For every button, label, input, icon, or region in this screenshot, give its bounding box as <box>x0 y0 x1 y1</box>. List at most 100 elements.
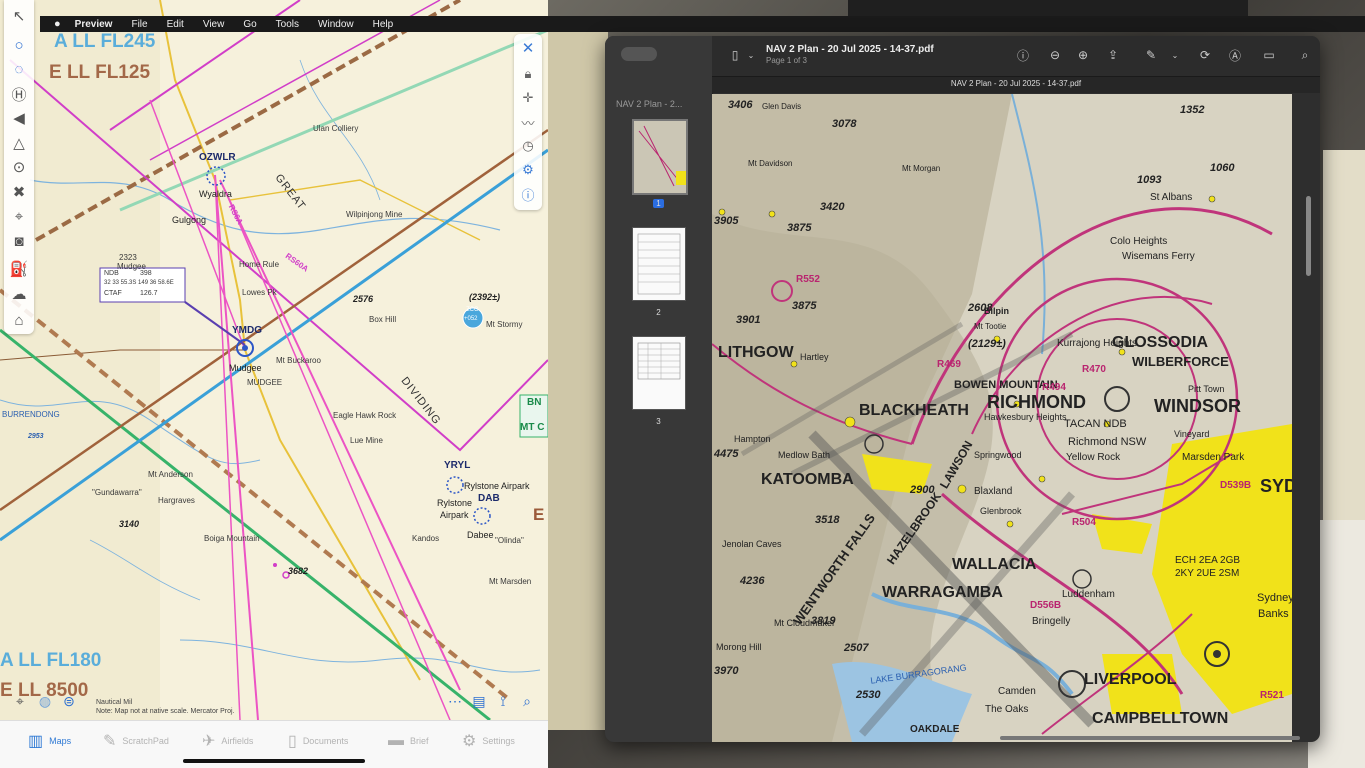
locate-icon[interactable]: ⌖ <box>9 690 31 712</box>
pdf-elev-2129: (2129±) <box>968 338 1006 350</box>
menu-window[interactable]: Window <box>318 19 354 30</box>
arrow-icon[interactable]: ↖ <box>7 6 31 26</box>
map-outline-icon[interactable]: ⌂ <box>7 310 31 330</box>
menu-help[interactable]: Help <box>373 19 394 30</box>
share-icon[interactable]: ⇪ <box>1104 46 1122 64</box>
pdf-glenbrook: Glenbrook <box>980 506 1022 516</box>
tab-settings[interactable]: ⚙ Settings <box>462 731 515 751</box>
dashed-circle-icon[interactable]: ◌ <box>7 59 31 79</box>
menu-app-preview[interactable]: Preview <box>75 19 113 30</box>
map-app[interactable]: A LL FL245 E LL FL125 A LL FL180 E LL 85… <box>0 0 548 768</box>
tab-brief[interactable]: ▬ Brief <box>388 731 429 751</box>
pdf-springwood: Springwood <box>974 450 1022 460</box>
menu-view[interactable]: View <box>203 19 225 30</box>
page-thumbnail-3[interactable] <box>632 336 686 410</box>
aeronautical-map[interactable] <box>0 0 548 720</box>
profile-icon[interactable]: 〰 <box>516 112 540 132</box>
holding-icon[interactable]: Ⓗ <box>7 84 31 104</box>
airspace-label-fl245: A LL FL245 <box>54 31 156 52</box>
pdf-broadcast-ech: ECH 2EA 2GB <box>1175 555 1241 566</box>
horizontal-scrollbar[interactable] <box>1000 736 1300 740</box>
pdf-town-warragamba: WARRAGAMBA <box>882 584 1003 601</box>
fuel-icon[interactable]: ⛽ <box>7 259 31 279</box>
target-icon[interactable]: ⊙ <box>7 157 31 177</box>
markup-pen-icon[interactable]: ✎ <box>1142 46 1160 64</box>
preview-window[interactable]: NAV 2 Plan - 2... 1 2 3 ▯ ⌄ NAV 2 Plan -… <box>605 36 1320 742</box>
mudgee-elev: 2323 <box>119 253 137 262</box>
waypoint-icon[interactable]: ⌖ <box>7 206 31 226</box>
window-title: NAV 2 Plan - 20 Jul 2025 - 14-37.pdf <box>766 44 934 55</box>
close-icon[interactable]: ✕ <box>516 38 540 58</box>
page-thumbnail-2[interactable] <box>632 227 686 301</box>
tab-scratchpad[interactable]: ✎ ScratchPad <box>103 731 169 751</box>
peak-box-hill: Box Hill <box>369 315 397 324</box>
tab-documents[interactable]: ▯ Documents <box>288 731 348 751</box>
chevron-down-icon[interactable]: ⌄ <box>742 46 760 64</box>
search-icon[interactable]: ⌕ <box>1296 46 1314 64</box>
airfield-yryl[interactable]: YRYL <box>444 460 470 471</box>
markup-chevron-icon[interactable]: ⌄ <box>1166 46 1184 64</box>
gears-icon[interactable]: ⚙ <box>516 160 540 180</box>
info-icon[interactable]: ⓘ <box>1014 46 1032 64</box>
pdf-vineyard: Vineyard <box>1174 429 1210 439</box>
menu-file[interactable]: File <box>131 19 147 30</box>
mine-lue: Lue Mine <box>350 436 383 445</box>
lock-icon[interactable]: 🔒︎ <box>516 64 540 84</box>
form-icon[interactable]: ▭ <box>1260 46 1278 64</box>
camera-icon[interactable]: ◙ <box>7 231 31 251</box>
clipboard-icon[interactable]: ▤ <box>468 690 490 712</box>
route-icon[interactable]: ⟟ <box>492 690 514 712</box>
tab-label: ScratchPad <box>122 736 169 746</box>
monitor-edge <box>848 0 1248 16</box>
pdf-town-wilberforce: WILBERFORCE <box>1132 354 1229 369</box>
paper-chart-left <box>548 30 608 730</box>
tab-airfields[interactable]: ✈ Airfields <box>202 731 253 751</box>
tab-label: Brief <box>410 736 429 746</box>
map-scale-note: Note: Map not at native scale. Mercator … <box>96 708 235 715</box>
pdf-camden: Camden <box>998 686 1036 697</box>
globe-icon[interactable]: ◍ <box>34 690 56 712</box>
page-thumbnail-1[interactable] <box>632 119 688 195</box>
menu-edit[interactable]: Edit <box>167 19 184 30</box>
airfield-ymdg[interactable]: YMDG <box>232 325 262 336</box>
menu-go[interactable]: Go <box>243 19 256 30</box>
navaid-dab[interactable]: DAB <box>478 493 500 504</box>
map-bottom-controls: ⌖ ◍ ⊜ ⋯ ▤ ⟟ ⌕ <box>0 688 548 718</box>
tab-maps[interactable]: ▥ Maps <box>28 731 71 751</box>
vertical-scrollbar[interactable] <box>1306 196 1311 276</box>
mac-menubar: ● Preview File Edit View Go Tools Window… <box>40 16 1365 32</box>
pdf-kurrajong-heights: Kurrajong Heights <box>1057 338 1138 349</box>
town-rylstone: Rylstone <box>437 498 473 508</box>
preview-toolbar: ▯ ⌄ NAV 2 Plan - 20 Jul 2025 - 14-37.pdf… <box>712 36 1320 76</box>
circle-icon[interactable]: ○ <box>7 35 31 55</box>
zoom-in-icon[interactable]: ⊕ <box>1074 46 1092 64</box>
search-icon[interactable]: ⌕ <box>516 690 538 712</box>
pdf-wisemans-ferry: Wisemans Ferry <box>1122 251 1195 262</box>
menu-tools[interactable]: Tools <box>276 19 299 30</box>
cloud-icon[interactable]: ☁ <box>7 284 31 304</box>
cross-icon[interactable]: ✖ <box>7 182 31 202</box>
mudgee-ndb-freq: 398 <box>140 270 152 277</box>
pdf-richmond-nsw: Richmond NSW <box>1068 436 1147 448</box>
scale-title: Nautical Mil <box>96 699 133 706</box>
window-controls[interactable] <box>621 47 657 61</box>
clock-icon[interactable]: ◷ <box>516 136 540 156</box>
help-icon[interactable]: ⓘ <box>516 184 540 204</box>
pdf-pitt-town: Pitt Town <box>1188 384 1225 394</box>
zcc-number: +052 <box>464 316 478 322</box>
rotate-icon[interactable]: ⟳ <box>1196 46 1214 64</box>
airspace-label-fl125: E LL FL125 <box>49 62 151 83</box>
more-icon[interactable]: ⋯ <box>444 690 466 712</box>
layers-icon[interactable]: ⊜ <box>58 690 80 712</box>
annotate-icon[interactable]: Ⓐ <box>1226 46 1244 64</box>
arrow-left-icon[interactable]: ◀ <box>7 108 31 128</box>
crosshair-icon[interactable]: ✛ <box>516 88 540 108</box>
pdf-mt-morgan: Mt Morgan <box>902 164 941 173</box>
pdf-page[interactable]: Glen Davis Mt Davidson Mt Morgan 3406 30… <box>712 94 1292 742</box>
pdf-tacan-ndb: TACAN NDB <box>1064 418 1127 430</box>
apple-icon[interactable]: ● <box>54 18 61 30</box>
triangle-icon[interactable]: △ <box>7 133 31 153</box>
document-tab-title[interactable]: NAV 2 Plan - 20 Jul 2025 - 14-37.pdf <box>712 79 1320 88</box>
zoom-out-icon[interactable]: ⊖ <box>1046 46 1064 64</box>
waypoint-ozwlr[interactable]: OZWLR <box>199 152 236 163</box>
